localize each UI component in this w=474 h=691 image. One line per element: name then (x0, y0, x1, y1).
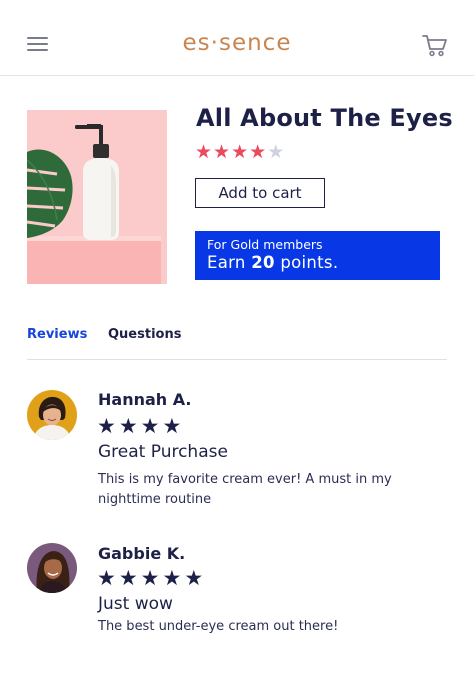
review-item: Gabbie K. ★★★★★ Just wow The best under-… (27, 543, 447, 643)
star-icon: ★ (97, 414, 119, 438)
star-icon: ★ (140, 414, 163, 438)
review-stars: ★★★★ (97, 414, 184, 438)
star-icon: ★ (118, 414, 141, 438)
reviewer-name: Gabbie K. (98, 544, 186, 563)
star-icon: ★ (162, 566, 185, 590)
add-to-cart-button[interactable]: Add to cart (195, 178, 325, 208)
review-title: Just wow (98, 594, 173, 614)
gold-rewards-banner: For Gold members Earn 20 points. (195, 231, 440, 280)
product-rating: ★★★★★ (195, 141, 285, 163)
review-body: This is my favorite cream ever! A must i… (98, 472, 392, 507)
review-tabs: Reviews Questions (27, 327, 447, 360)
star-icon: ★ (118, 566, 141, 590)
gold-members-label: For Gold members (207, 237, 323, 252)
tab-questions[interactable]: Questions (108, 327, 181, 342)
lotion-pump-bottle-image (27, 110, 167, 284)
star-icon: ★ (249, 141, 268, 163)
review-item: Hannah A. ★★★★ Great Purchase This is my… (27, 390, 447, 515)
tab-reviews[interactable]: Reviews (27, 327, 87, 342)
star-icon: ★ (231, 141, 250, 163)
reviewer-name: Hannah A. (98, 390, 192, 409)
star-icon: ★ (213, 141, 232, 163)
points-value: 20 (251, 253, 275, 272)
earn-points-text: Earn 20 points. (207, 252, 440, 274)
app-header: es·sence (0, 0, 474, 76)
star-icon: ★ (195, 141, 214, 163)
star-empty-icon: ★ (267, 141, 286, 163)
star-icon: ★ (140, 566, 163, 590)
star-icon: ★ (162, 414, 185, 438)
star-icon: ★ (97, 566, 119, 590)
review-title: Great Purchase (98, 442, 228, 462)
review-stars: ★★★★★ (97, 566, 206, 590)
product-title: All About The Eyes (196, 104, 453, 132)
earn-prefix: Earn (207, 253, 246, 272)
review-body: The best under-eye cream out there! (98, 619, 339, 634)
star-icon: ★ (184, 566, 207, 590)
avatar (27, 543, 77, 593)
product-image (27, 110, 167, 284)
shopping-cart-icon[interactable] (422, 33, 448, 57)
brand-logo[interactable]: es·sence (0, 30, 474, 56)
avatar (27, 390, 77, 440)
earn-suffix: points. (280, 253, 339, 272)
